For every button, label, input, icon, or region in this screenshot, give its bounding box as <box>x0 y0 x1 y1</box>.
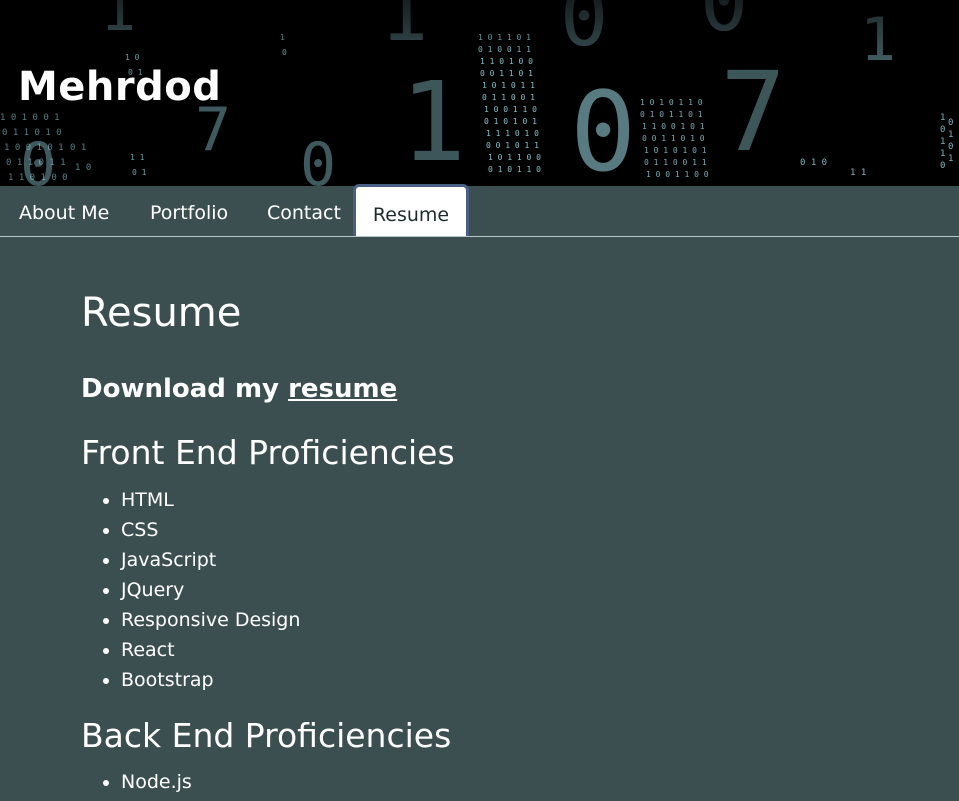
list-item: React <box>121 635 300 665</box>
list-item: Responsive Design <box>121 605 300 635</box>
svg-text:1: 1 <box>940 113 945 123</box>
svg-text:0 1: 0 1 <box>132 168 147 177</box>
svg-text:1: 1 <box>940 137 945 147</box>
large-digit-glyphs: 0 1 7 <box>400 48 786 186</box>
svg-text:0: 0 <box>940 125 945 135</box>
svg-text:0: 0 <box>948 118 953 128</box>
svg-text:0 0 1 1 0 1: 0 0 1 1 0 1 <box>480 69 533 78</box>
banner-glyph: 7 <box>720 48 786 176</box>
svg-text:0 1 1 0 0 1: 0 1 1 0 0 1 <box>482 93 535 102</box>
front-end-list: HTML CSS JavaScript JQuery Responsive De… <box>81 485 300 695</box>
header-banner: 1 0 1 0 0 1 0 1 1 0 1 0 1 0 0 1 0 1 0 1 … <box>0 0 959 186</box>
download-resume-line: Download my resume <box>81 374 397 404</box>
svg-text:0 1: 0 1 <box>70 143 86 153</box>
tab-about-me[interactable]: About Me <box>19 186 109 236</box>
svg-text:0 1 0 1 1 0: 0 1 0 1 1 0 <box>488 165 541 174</box>
svg-text:1 0 0 1 1 0: 1 0 0 1 1 0 <box>484 105 537 114</box>
back-end-title: Back End Proficiencies <box>81 716 452 755</box>
download-prefix: Download my <box>81 374 289 404</box>
svg-text:1 1 0 0 1 0 1: 1 1 0 0 1 0 1 <box>642 122 705 131</box>
tab-resume[interactable]: Resume <box>353 184 469 236</box>
svg-text:1 0 0 1 1 0 0: 1 0 0 1 1 0 0 <box>646 170 709 179</box>
svg-text:1 1: 1 1 <box>850 168 866 178</box>
svg-text:1: 1 <box>948 154 953 164</box>
svg-text:1 0 1 1 0 0: 1 0 1 1 0 0 <box>488 153 541 162</box>
svg-text:1 1: 1 1 <box>130 153 145 162</box>
svg-text:0 1 0 1 1 0 1: 0 1 0 1 1 0 1 <box>640 110 703 119</box>
list-item: Node.js <box>121 767 192 797</box>
page-title: Resume <box>81 290 242 336</box>
front-end-title: Front End Proficiencies <box>81 433 455 472</box>
banner-glyph: 0 <box>300 130 336 186</box>
svg-text:1 0 1 0 1 0 1: 1 0 1 0 1 0 1 <box>644 146 707 155</box>
svg-text:1 0 1 0 0 1: 1 0 1 0 0 1 <box>0 113 60 123</box>
svg-text:1 0 1 0 1 1: 1 0 1 0 1 1 <box>482 81 535 90</box>
banner-glyph: 0 <box>20 130 56 186</box>
main-navigation: About Me Portfolio Contact Resume <box>0 184 959 237</box>
svg-text:1 0 1 0 1 1 0: 1 0 1 0 1 1 0 <box>640 98 703 107</box>
list-item: JQuery <box>121 575 300 605</box>
banner-glyph: 1 <box>400 58 466 186</box>
svg-text:0 0 1 0 1 1: 0 0 1 0 1 1 <box>486 141 539 150</box>
list-item: HTML <box>121 485 300 515</box>
list-item: CSS <box>121 515 300 545</box>
svg-text:1 0: 1 0 <box>75 163 91 173</box>
svg-text:1: 1 <box>948 130 953 140</box>
tab-portfolio[interactable]: Portfolio <box>150 186 228 236</box>
site-title: Mehrdod <box>18 64 222 110</box>
svg-text:0 1 1 0 0 1 1: 0 1 1 0 0 1 1 <box>644 158 707 167</box>
svg-text:1: 1 <box>940 149 945 159</box>
list-item: JavaScript <box>121 545 300 575</box>
svg-text:0: 0 <box>948 142 953 152</box>
svg-text:0 1 0: 0 1 0 <box>800 158 827 168</box>
svg-text:0 0 1 1 0 1 0: 0 0 1 1 0 1 0 <box>642 134 705 143</box>
tab-contact[interactable]: Contact <box>267 186 341 236</box>
back-end-list: Node.js <box>81 767 192 797</box>
svg-text:1 1 1 0 1 0: 1 1 1 0 1 0 <box>486 129 539 138</box>
list-item: Bootstrap <box>121 665 300 695</box>
resume-download-link[interactable]: resume <box>288 374 397 404</box>
svg-text:0 1 0 1 0 1: 0 1 0 1 0 1 <box>484 117 537 126</box>
svg-text:0: 0 <box>940 161 945 171</box>
banner-glyph: 0 <box>570 68 636 186</box>
